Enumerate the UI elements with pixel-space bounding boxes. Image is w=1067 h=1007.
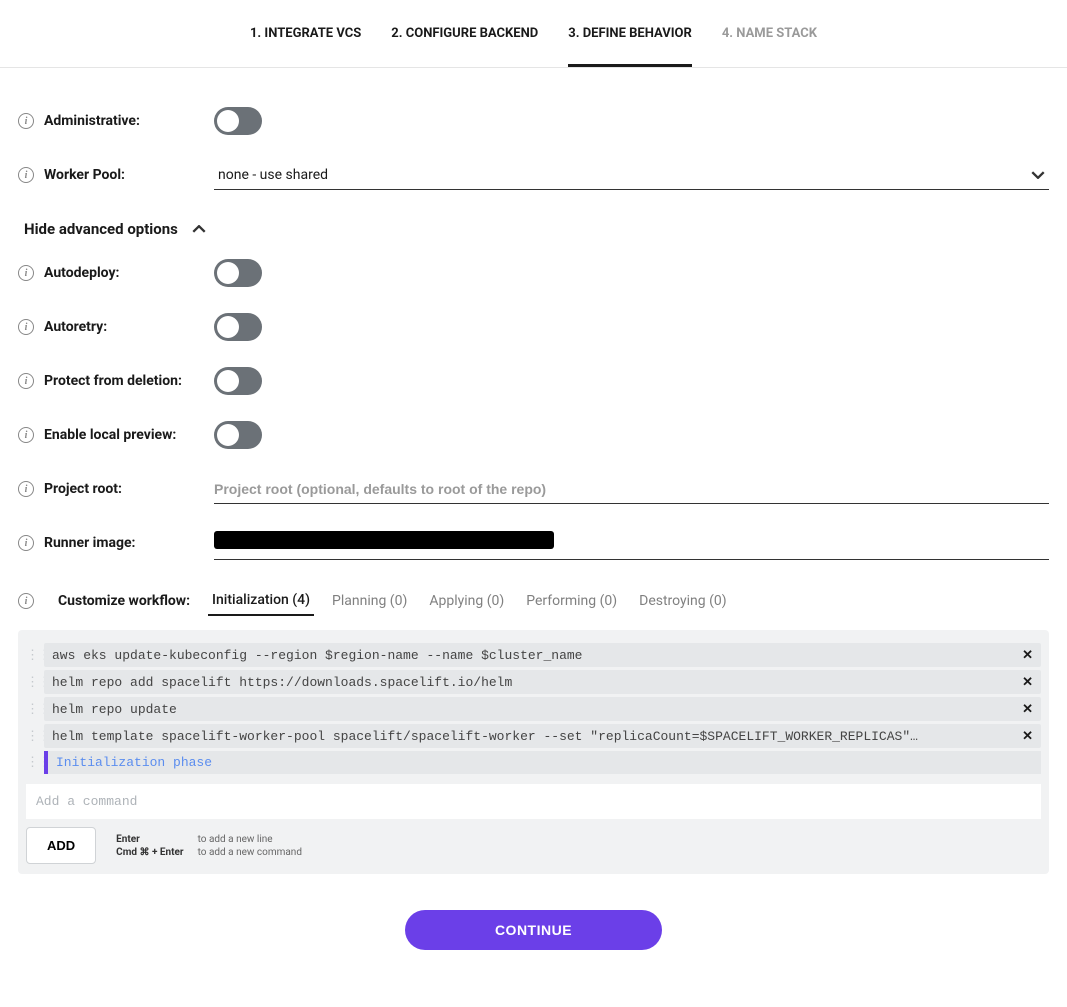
chevron-up-icon xyxy=(192,221,206,237)
autodeploy-label: Autodeploy: xyxy=(44,265,214,281)
drag-handle-icon[interactable]: ⋮⋮ xyxy=(26,649,38,662)
info-icon[interactable]: i xyxy=(18,593,34,609)
info-icon[interactable]: i xyxy=(18,481,34,497)
runner-image-label: Runner image: xyxy=(44,535,214,551)
project-root-label: Project root: xyxy=(44,481,214,497)
info-icon[interactable]: i xyxy=(18,167,34,183)
info-icon[interactable]: i xyxy=(18,113,34,129)
step-integrate-vcs[interactable]: 1. INTEGRATE VCS xyxy=(250,20,361,47)
drag-handle-icon[interactable]: ⋮⋮ xyxy=(26,756,38,769)
administrative-toggle[interactable] xyxy=(214,107,262,135)
command-row: ⋮⋮ helm repo add spacelift https://downl… xyxy=(26,670,1041,694)
remove-command-icon[interactable]: ✕ xyxy=(1022,728,1033,744)
add-button[interactable]: ADD xyxy=(26,827,96,864)
command-text[interactable]: helm repo update ✕ xyxy=(44,697,1041,721)
drag-handle-icon[interactable]: ⋮⋮ xyxy=(26,676,38,689)
protect-toggle[interactable] xyxy=(214,367,262,395)
info-icon[interactable]: i xyxy=(18,265,34,281)
command-text[interactable]: helm template spacelift-worker-pool spac… xyxy=(44,724,1041,748)
command-row: ⋮⋮ aws eks update-kubeconfig --region $r… xyxy=(26,643,1041,667)
command-row: ⋮⋮ helm repo update ✕ xyxy=(26,697,1041,721)
advanced-options-toggle[interactable]: Hide advanced options xyxy=(24,220,1049,238)
chevron-down-icon xyxy=(1031,167,1045,183)
protect-label: Protect from deletion: xyxy=(44,373,214,389)
remove-command-icon[interactable]: ✕ xyxy=(1022,647,1033,663)
tab-performing[interactable]: Performing (0) xyxy=(522,587,621,615)
autoretry-toggle[interactable] xyxy=(214,313,262,341)
info-icon[interactable]: i xyxy=(18,319,34,335)
keyboard-hints: Enterto add a new line Cmd ⌘ + Enterto a… xyxy=(108,832,310,860)
step-configure-backend[interactable]: 2. CONFIGURE BACKEND xyxy=(391,20,538,47)
command-text[interactable]: helm repo add spacelift https://download… xyxy=(44,670,1041,694)
info-icon[interactable]: i xyxy=(18,427,34,443)
phase-row: ⋮⋮ Initialization phase xyxy=(26,751,1041,774)
tab-applying[interactable]: Applying (0) xyxy=(425,587,508,615)
command-row: ⋮⋮ helm template spacelift-worker-pool s… xyxy=(26,724,1041,748)
phase-label: Initialization phase xyxy=(44,751,1041,774)
info-icon[interactable]: i xyxy=(18,373,34,389)
info-icon[interactable]: i xyxy=(18,535,34,551)
worker-pool-select[interactable]: none - use shared xyxy=(214,161,1049,190)
advanced-options-label: Hide advanced options xyxy=(24,220,178,238)
command-text[interactable]: aws eks update-kubeconfig --region $regi… xyxy=(44,643,1041,667)
local-preview-toggle[interactable] xyxy=(214,421,262,449)
local-preview-label: Enable local preview: xyxy=(44,427,214,443)
runner-image-value[interactable] xyxy=(214,531,554,549)
add-command-input[interactable] xyxy=(26,784,1041,819)
autoretry-label: Autoretry: xyxy=(44,319,214,335)
remove-command-icon[interactable]: ✕ xyxy=(1022,674,1033,690)
drag-handle-icon[interactable]: ⋮⋮ xyxy=(26,703,38,716)
project-root-input[interactable] xyxy=(214,475,1049,504)
worker-pool-label: Worker Pool: xyxy=(44,167,214,183)
administrative-label: Administrative: xyxy=(44,113,214,129)
autodeploy-toggle[interactable] xyxy=(214,259,262,287)
step-name-stack: 4. NAME STACK xyxy=(722,20,817,47)
worker-pool-value: none - use shared xyxy=(218,167,328,183)
drag-handle-icon[interactable]: ⋮⋮ xyxy=(26,730,38,743)
step-define-behavior[interactable]: 3. DEFINE BEHAVIOR xyxy=(568,20,692,67)
remove-command-icon[interactable]: ✕ xyxy=(1022,701,1033,717)
tab-destroying[interactable]: Destroying (0) xyxy=(635,587,731,615)
continue-button[interactable]: CONTINUE xyxy=(405,910,662,950)
tab-initialization[interactable]: Initialization (4) xyxy=(208,586,314,616)
customize-workflow-label: Customize workflow: xyxy=(58,593,190,609)
tab-planning[interactable]: Planning (0) xyxy=(328,587,411,615)
commands-editor: ⋮⋮ aws eks update-kubeconfig --region $r… xyxy=(18,630,1049,874)
